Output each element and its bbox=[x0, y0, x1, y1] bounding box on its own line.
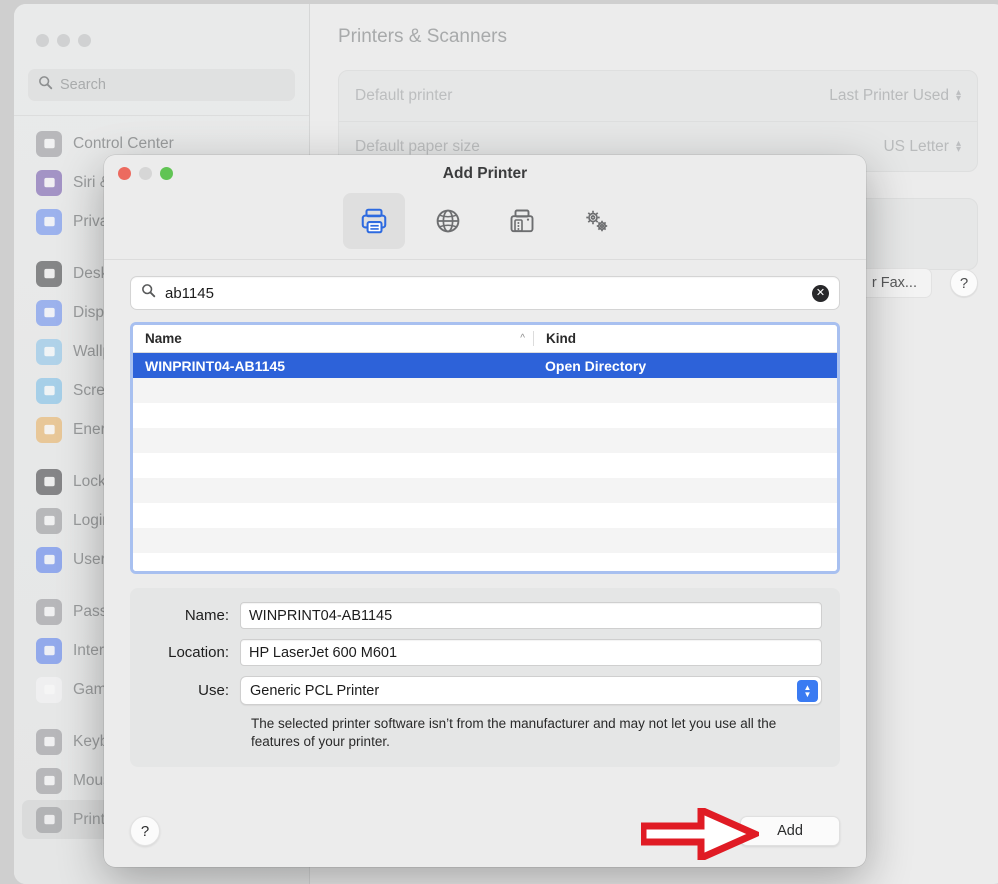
sidebar-item-label: Lock bbox=[73, 472, 106, 490]
sidebar-item-label: Displ bbox=[73, 303, 108, 321]
ascending-chevron-icon: ^ bbox=[520, 333, 525, 344]
row-printer-name: WINPRINT04-AB1145 bbox=[145, 357, 286, 374]
name-field-row: Name: WINPRINT04-AB1145 bbox=[148, 602, 822, 629]
row-value: US Letter bbox=[883, 137, 949, 155]
maximize-window-button[interactable] bbox=[160, 167, 173, 180]
help-button[interactable]: ? bbox=[950, 269, 978, 297]
control-center-icon bbox=[36, 130, 62, 157]
location-input[interactable]: HP LaserJet 600 M601 bbox=[240, 639, 822, 666]
use-label: Use: bbox=[198, 682, 229, 699]
row-value-group[interactable]: Last Printer Used ▴ ▾ bbox=[829, 87, 961, 105]
game-center-icon bbox=[36, 676, 62, 703]
add-button[interactable]: Add bbox=[740, 816, 840, 846]
column-header-name-label: Name bbox=[145, 331, 182, 346]
mouse-icon bbox=[36, 767, 62, 794]
dialog-toolbar bbox=[104, 193, 866, 259]
printer-icon bbox=[36, 806, 62, 833]
lock-screen-icon bbox=[36, 468, 62, 495]
table-row-empty[interactable] bbox=[133, 553, 837, 571]
globe-icon bbox=[436, 209, 460, 233]
location-label: Location: bbox=[168, 644, 229, 661]
dialog-footer: ? Add bbox=[104, 795, 866, 867]
search-icon bbox=[141, 283, 156, 303]
row-label: Default paper size bbox=[355, 137, 480, 155]
dialog-title: Add Printer bbox=[442, 165, 528, 182]
table-row-empty[interactable] bbox=[133, 528, 837, 553]
use-field-row: Use: Generic PCL Printer ▲ ▼ bbox=[148, 676, 822, 705]
printer-search-value: ab1145 bbox=[165, 284, 214, 302]
login-password-icon bbox=[36, 507, 62, 534]
minimize-window-button[interactable] bbox=[139, 167, 152, 180]
row-value: Last Printer Used bbox=[829, 87, 949, 104]
help-button[interactable]: ? bbox=[130, 816, 160, 846]
users-groups-icon bbox=[36, 546, 62, 573]
table-row-empty[interactable] bbox=[133, 403, 837, 428]
table-row[interactable]: WINPRINT04-AB1145 Open Directory bbox=[133, 353, 837, 378]
privacy-hand-icon bbox=[36, 208, 62, 235]
siri-icon bbox=[36, 169, 62, 196]
sidebar-item-label: Control Center bbox=[73, 134, 174, 152]
gears-icon bbox=[586, 210, 608, 232]
tab-ip[interactable] bbox=[417, 193, 479, 249]
background-window-traffic-lights bbox=[14, 22, 309, 47]
table-row-empty[interactable] bbox=[133, 478, 837, 503]
column-header-kind-label: Kind bbox=[546, 331, 576, 346]
tab-advanced[interactable] bbox=[565, 193, 627, 249]
table-row-empty[interactable] bbox=[133, 378, 837, 403]
add-printer-scanner-fax-button[interactable]: r Fax... bbox=[856, 268, 932, 298]
energy-bulb-icon bbox=[36, 416, 62, 443]
page-title: Printers & Scanners bbox=[338, 26, 507, 47]
use-driver-value: Generic PCL Printer bbox=[250, 682, 380, 699]
row-value-group[interactable]: US Letter ▴ ▾ bbox=[883, 138, 961, 156]
desktop-dock-icon bbox=[36, 260, 62, 287]
column-header-kind[interactable]: Kind bbox=[533, 331, 717, 346]
add-printer-dialog: Add Printer ab1145 ✕ Name ^ Kind WINPRIN… bbox=[104, 155, 866, 867]
tab-windows[interactable] bbox=[491, 193, 553, 249]
search-icon bbox=[38, 75, 53, 95]
chevron-updown-icon: ▴ ▾ bbox=[955, 87, 961, 104]
close-window-button-bg[interactable] bbox=[36, 34, 49, 47]
driver-warning-note: The selected printer software isn’t from… bbox=[251, 716, 777, 750]
sidebar-search-placeholder: Search bbox=[60, 77, 106, 93]
maximize-window-button-bg[interactable] bbox=[78, 34, 91, 47]
use-driver-select[interactable]: Generic PCL Printer ▲ ▼ bbox=[240, 676, 822, 705]
table-row-empty[interactable] bbox=[133, 428, 837, 453]
table-row[interactable]: Default printer Last Printer Used ▴ ▾ bbox=[339, 71, 977, 121]
passwords-key-icon bbox=[36, 598, 62, 625]
dialog-body: ab1145 ✕ Name ^ Kind WINPRINT04-AB1145 Op… bbox=[104, 260, 866, 768]
table-body: WINPRINT04-AB1145 Open Directory bbox=[133, 353, 837, 571]
sidebar-search-input[interactable]: Search bbox=[28, 69, 295, 101]
dialog-titlebar: Add Printer bbox=[104, 155, 866, 193]
display-brightness-icon bbox=[36, 299, 62, 326]
screensaver-moon-icon bbox=[36, 377, 62, 404]
clear-search-icon[interactable]: ✕ bbox=[812, 284, 829, 302]
table-row-empty[interactable] bbox=[133, 503, 837, 528]
column-header-name[interactable]: Name ^ bbox=[133, 331, 533, 346]
location-field-row: Location: HP LaserJet 600 M601 bbox=[148, 639, 822, 666]
minimize-window-button-bg[interactable] bbox=[57, 34, 70, 47]
printer-details-form: Name: WINPRINT04-AB1145 Location: HP Las… bbox=[130, 588, 840, 768]
printer-search-input[interactable]: ab1145 ✕ bbox=[130, 276, 840, 310]
chevron-updown-icon: ▴ ▾ bbox=[955, 137, 961, 155]
name-label: Name: bbox=[184, 607, 229, 624]
close-window-button[interactable] bbox=[118, 167, 131, 180]
printer-icon bbox=[361, 208, 387, 234]
table-header-row: Name ^ Kind bbox=[133, 325, 837, 353]
row-label: Default printer bbox=[355, 87, 453, 104]
wallpaper-flower-icon bbox=[36, 338, 62, 365]
fax-printer-icon bbox=[510, 209, 534, 233]
name-input[interactable]: WINPRINT04-AB1145 bbox=[240, 602, 822, 629]
chevron-updown-icon[interactable]: ▲ ▼ bbox=[797, 679, 818, 702]
content-action-bar: r Fax... ? bbox=[856, 268, 978, 298]
row-printer-kind: Open Directory bbox=[545, 357, 647, 374]
tab-default-browser[interactable] bbox=[343, 193, 405, 249]
table-row-empty[interactable] bbox=[133, 453, 837, 478]
internet-accounts-at-icon bbox=[36, 637, 62, 664]
printer-results-list[interactable]: Name ^ Kind WINPRINT04-AB1145 Open Direct… bbox=[130, 322, 840, 574]
dialog-traffic-lights bbox=[118, 167, 173, 180]
keyboard-icon bbox=[36, 728, 62, 755]
